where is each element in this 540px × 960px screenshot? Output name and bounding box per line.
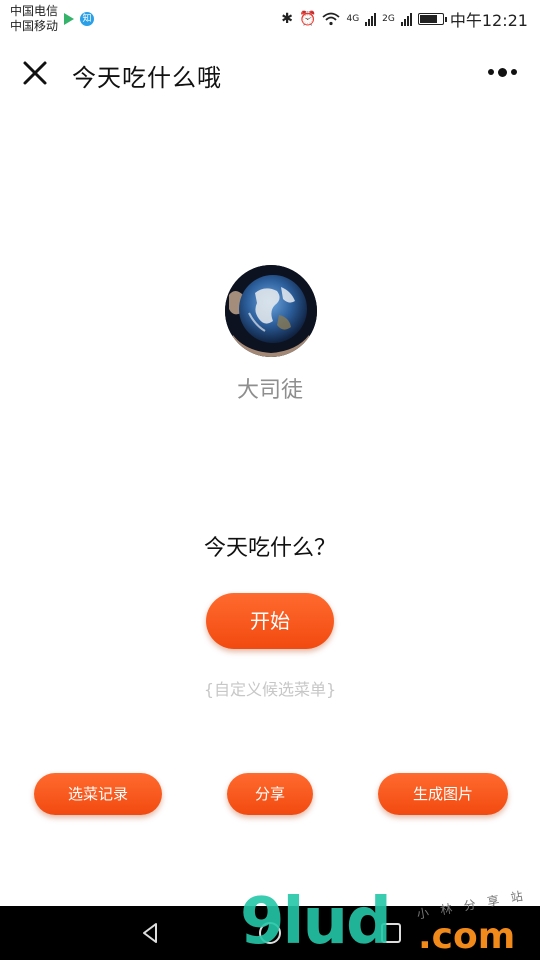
home-icon[interactable] [258,921,282,945]
carrier-1: 中国电信 [10,4,59,18]
signal-icon-1 [365,12,377,26]
recent-apps-icon[interactable] [380,922,402,944]
carrier-2: 中国移动 [10,19,59,33]
username: 大司徒 [236,378,303,403]
more-dot-icon [487,69,494,75]
records-button[interactable]: 选菜记录 [34,773,162,815]
more-dot-icon [510,69,517,75]
network-type-2: 2G [382,14,395,24]
close-button[interactable] [18,56,52,90]
signal-icon-2 [400,12,412,26]
start-button[interactable]: 开始 [206,593,334,649]
avatar [225,265,317,357]
battery-fill [419,15,437,23]
custom-menu-link[interactable]: {自定义候选菜单} [0,676,540,700]
network-type-1: 4G [346,14,360,24]
back-icon[interactable] [138,920,164,946]
status-right: ✱ ⏰ 4G 2G 中午12:21 [281,7,528,31]
zhihu-app-icon: 知 [80,12,95,26]
wifi-icon [322,12,341,26]
earth-avatar-icon [225,265,317,357]
status-bar: 中国电信 中国移动 知 ✱ ⏰ 4G 2G 中午12:21 [0,0,540,38]
question-text: 今天吃什么？ [203,536,336,561]
share-button[interactable]: 分享 [227,773,313,815]
status-time: 中午12:21 [449,11,528,30]
generate-image-button[interactable]: 生成图片 [378,773,508,815]
title-bar: 今天吃什么哦 [0,44,540,100]
status-left: 中国电信 中国移动 知 [0,4,95,34]
screen: 中国电信 中国移动 知 ✱ ⏰ 4G 2G 中午12:21 今天吃什么哦 大司徒… [0,0,540,960]
more-menu-button[interactable] [482,60,522,84]
video-app-icon [64,13,75,25]
carrier-info: 中国电信 中国移动 [10,4,58,34]
alarm-icon: ⏰ [299,11,317,27]
system-nav-bar [0,906,540,960]
page-title: 今天吃什么哦 [72,64,222,92]
close-icon [23,61,47,85]
more-dot-icon [497,67,507,77]
battery-icon [417,13,447,25]
bluetooth-icon: ✱ [281,11,294,27]
